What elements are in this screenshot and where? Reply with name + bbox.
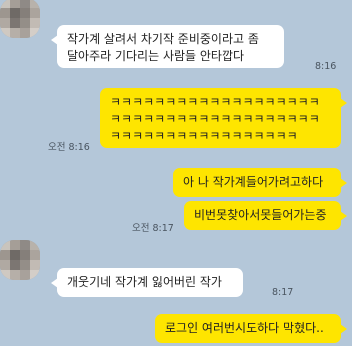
message-time: 오전 8:17 <box>132 223 174 234</box>
message-time: 오전 8:16 <box>48 142 90 153</box>
message-bubble-outgoing[interactable]: 로그인 여러번시도하다 막혔다.. <box>155 314 347 343</box>
message-time: 8:17 <box>272 287 294 298</box>
message-bubble-incoming[interactable]: 개웃기네 작가계 잃어버린 작가 <box>51 268 243 297</box>
message-bubble-outgoing[interactable]: 아 나 작가계들어가려고하다 <box>173 168 347 197</box>
message-bubble-outgoing[interactable]: ㅋㅋㅋㅋㅋㅋㅋㅋㅋㅋㅋㅋㅋㅋㅋㅋㅋㅋㅋ ㅋㅋㅋㅋㅋㅋㅋㅋㅋㅋㅋㅋㅋㅋㅋㅋㅋㅋㅋ … <box>100 88 347 148</box>
message-bubble-incoming[interactable]: 작가계 살려서 차기작 준비중이라고 좀 달아주라 기다리는 사람들 안타깝다 <box>51 25 284 68</box>
message-time: 8:16 <box>315 61 337 72</box>
message-bubble-outgoing[interactable]: 비번못찾아서못들어가는중 <box>184 201 347 230</box>
contact-avatar[interactable] <box>0 240 40 280</box>
contact-avatar[interactable] <box>0 0 40 38</box>
